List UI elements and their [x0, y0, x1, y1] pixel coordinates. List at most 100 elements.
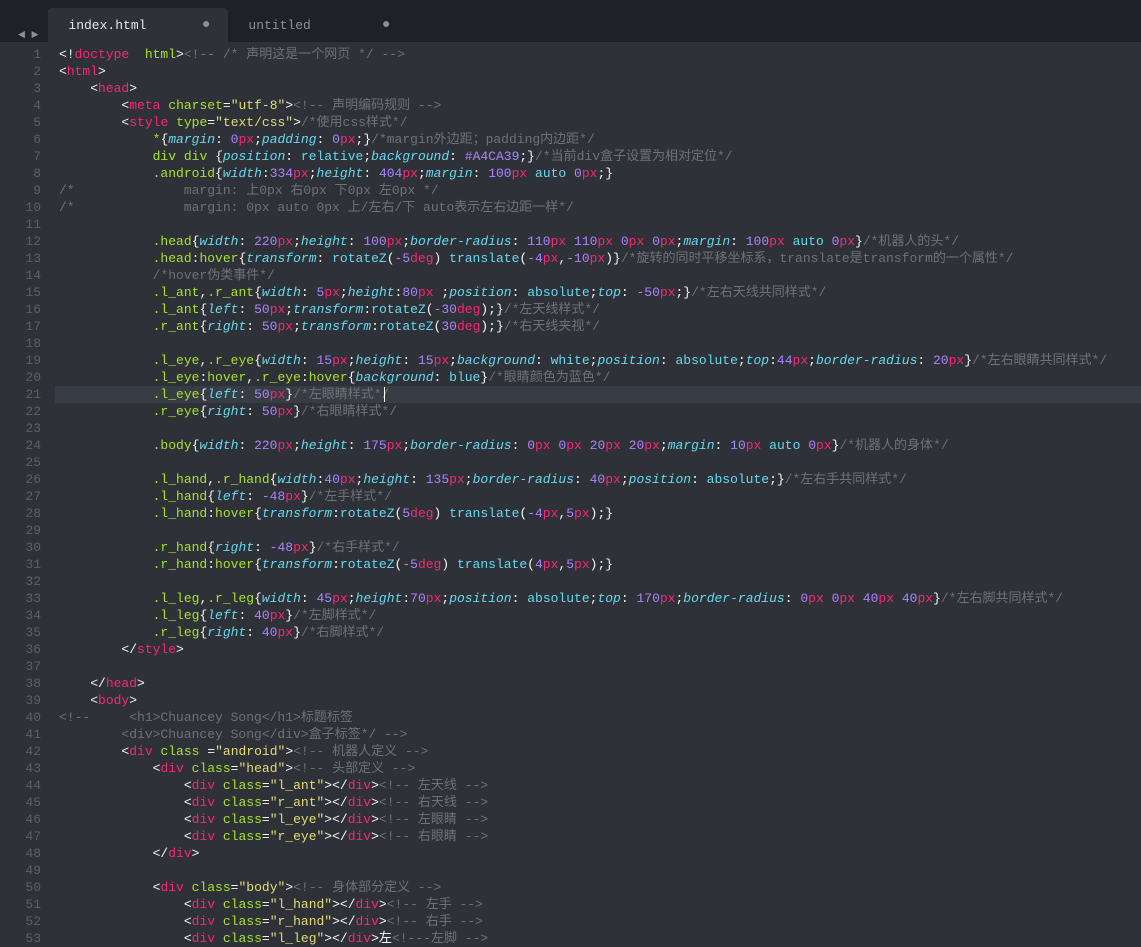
line-number: 24: [0, 437, 41, 454]
code-line[interactable]: /* margin: 上0px 右0px 下0px 左0px */: [55, 182, 1141, 199]
code-line[interactable]: <style type="text/css">/*使用css样式*/: [55, 114, 1141, 131]
code-line[interactable]: div div {position: relative;background: …: [55, 148, 1141, 165]
line-number: 32: [0, 573, 41, 590]
code-line[interactable]: /* margin: 0px auto 0px 上/左右/下 auto表示左右边…: [55, 199, 1141, 216]
tab-untitled[interactable]: untitled●: [228, 8, 408, 42]
line-number: 44: [0, 777, 41, 794]
editor-pane[interactable]: 1234567891011121314151617181920212223242…: [0, 42, 1141, 946]
line-number: 19: [0, 352, 41, 369]
line-number: 14: [0, 267, 41, 284]
code-line[interactable]: .l_eye,.r_eye{width: 15px;height: 15px;b…: [55, 352, 1141, 369]
code-line[interactable]: [55, 522, 1141, 539]
line-number: 26: [0, 471, 41, 488]
line-number: 42: [0, 743, 41, 760]
code-line[interactable]: <!doctype html><!-- /* 声明这是一个网页 */ -->: [55, 46, 1141, 63]
code-line[interactable]: <meta charset="utf-8"><!-- 声明编码规则 -->: [55, 97, 1141, 114]
code-line[interactable]: .head:hover{transform: rotateZ(-5deg) tr…: [55, 250, 1141, 267]
code-line[interactable]: .r_ant{right: 50px;transform:rotateZ(30d…: [55, 318, 1141, 335]
line-number: 52: [0, 913, 41, 930]
line-number: 7: [0, 148, 41, 165]
code-line[interactable]: <div class="l_ant"></div><!-- 左天线 -->: [55, 777, 1141, 794]
code-line[interactable]: *{margin: 0px;padding: 0px;}/*margin外边距；…: [55, 131, 1141, 148]
line-number: 47: [0, 828, 41, 845]
line-number: 34: [0, 607, 41, 624]
code-line[interactable]: </head>: [55, 675, 1141, 692]
line-number: 17: [0, 318, 41, 335]
line-number: 45: [0, 794, 41, 811]
code-area[interactable]: <!doctype html><!-- /* 声明这是一个网页 */ --><h…: [55, 42, 1141, 946]
line-number: 40: [0, 709, 41, 726]
line-number: 11: [0, 216, 41, 233]
line-number: 39: [0, 692, 41, 709]
code-line[interactable]: .l_ant,.r_ant{width: 5px;height:80px ;po…: [55, 284, 1141, 301]
code-line[interactable]: <div class="l_hand"></div><!-- 左手 -->: [55, 896, 1141, 913]
code-line[interactable]: <!-- <h1>Chuancey Song</h1>标题标签: [55, 709, 1141, 726]
code-line[interactable]: [55, 454, 1141, 471]
code-line[interactable]: .l_eye{left: 50px}/*左眼睛样式*/: [55, 386, 1141, 403]
dirty-indicator-icon: ●: [202, 17, 210, 33]
code-line[interactable]: [55, 862, 1141, 879]
code-line[interactable]: [55, 658, 1141, 675]
line-number: 8: [0, 165, 41, 182]
line-number: 18: [0, 335, 41, 352]
line-number: 28: [0, 505, 41, 522]
code-line[interactable]: /*hover伪类事件*/: [55, 267, 1141, 284]
code-line[interactable]: <div class="r_ant"></div><!-- 右天线 -->: [55, 794, 1141, 811]
line-number: 21: [0, 386, 41, 403]
line-number: 37: [0, 658, 41, 675]
code-line[interactable]: <html>: [55, 63, 1141, 80]
line-number: 23: [0, 420, 41, 437]
line-number: 15: [0, 284, 41, 301]
code-line[interactable]: .r_leg{right: 40px}/*右脚样式*/: [55, 624, 1141, 641]
code-line[interactable]: <div class="l_leg"></div>左<!---左脚 -->: [55, 930, 1141, 947]
code-line[interactable]: [55, 573, 1141, 590]
tab-index-html[interactable]: index.html●: [48, 8, 228, 42]
line-number: 20: [0, 369, 41, 386]
nav-forward-icon[interactable]: ►: [31, 28, 38, 42]
line-number: 50: [0, 879, 41, 896]
line-number: 2: [0, 63, 41, 80]
code-line[interactable]: .l_ant{left: 50px;transform:rotateZ(-30d…: [55, 301, 1141, 318]
code-line[interactable]: [55, 216, 1141, 233]
code-line[interactable]: <div class="l_eye"></div><!-- 左眼睛 -->: [55, 811, 1141, 828]
line-number: 22: [0, 403, 41, 420]
code-line[interactable]: .head{width: 220px;height: 100px;border-…: [55, 233, 1141, 250]
code-line[interactable]: .l_hand:hover{transform:rotateZ(5deg) tr…: [55, 505, 1141, 522]
code-line[interactable]: <div class ="android"><!-- 机器人定义 -->: [55, 743, 1141, 760]
line-number: 1: [0, 46, 41, 63]
code-line[interactable]: <body>: [55, 692, 1141, 709]
line-number: 3: [0, 80, 41, 97]
code-line[interactable]: [55, 420, 1141, 437]
line-number: 43: [0, 760, 41, 777]
code-line[interactable]: .l_eye:hover,.r_eye:hover{background: bl…: [55, 369, 1141, 386]
tab-nav: ◄ ►: [8, 28, 48, 42]
code-line[interactable]: <div class="r_eye"></div><!-- 右眼睛 -->: [55, 828, 1141, 845]
line-number: 13: [0, 250, 41, 267]
line-number: 16: [0, 301, 41, 318]
code-line[interactable]: <head>: [55, 80, 1141, 97]
code-line[interactable]: </div>: [55, 845, 1141, 862]
code-line[interactable]: .r_eye{right: 50px}/*右眼睛样式*/: [55, 403, 1141, 420]
code-line[interactable]: .l_leg,.r_leg{width: 45px;height:70px;po…: [55, 590, 1141, 607]
code-line[interactable]: <div class="body"><!-- 身体部分定义 -->: [55, 879, 1141, 896]
line-number: 30: [0, 539, 41, 556]
code-line[interactable]: .l_hand{left: -48px}/*左手样式*/: [55, 488, 1141, 505]
code-line[interactable]: </style>: [55, 641, 1141, 658]
code-line[interactable]: .android{width:334px;height: 404px;margi…: [55, 165, 1141, 182]
code-line[interactable]: [55, 335, 1141, 352]
tab-bar: ◄ ► index.html●untitled●: [0, 8, 1141, 42]
line-number: 4: [0, 97, 41, 114]
line-number: 25: [0, 454, 41, 471]
code-line[interactable]: .body{width: 220px;height: 175px;border-…: [55, 437, 1141, 454]
code-line[interactable]: <div class="r_hand"></div><!-- 右手 -->: [55, 913, 1141, 930]
code-line[interactable]: .r_hand{right: -48px}/*右手样式*/: [55, 539, 1141, 556]
code-line[interactable]: .l_leg{left: 40px}/*左脚样式*/: [55, 607, 1141, 624]
line-number-gutter: 1234567891011121314151617181920212223242…: [0, 42, 55, 946]
code-line[interactable]: <div>Chuancey Song</div>盒子标签*/ -->: [55, 726, 1141, 743]
line-number: 12: [0, 233, 41, 250]
code-line[interactable]: .r_hand:hover{transform:rotateZ(-5deg) t…: [55, 556, 1141, 573]
nav-back-icon[interactable]: ◄: [18, 28, 25, 42]
code-line[interactable]: .l_hand,.r_hand{width:40px;height: 135px…: [55, 471, 1141, 488]
code-line[interactable]: <div class="head"><!-- 头部定义 -->: [55, 760, 1141, 777]
line-number: 36: [0, 641, 41, 658]
